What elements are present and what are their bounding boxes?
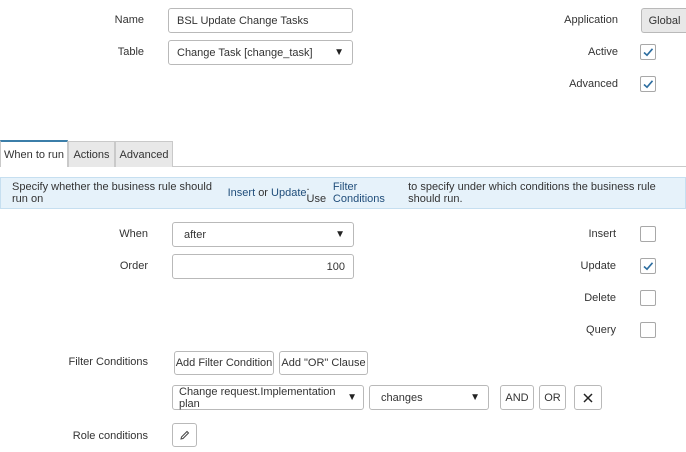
application-label: Application [564,14,618,26]
condition-operator-select[interactable]: changes ▼ [369,385,489,410]
tab-when-to-run-label: When to run [4,148,64,161]
info-filter-conditions: Filter Conditions [332,181,385,205]
tab-advanced-label: Advanced [119,148,169,161]
info-text-3: . Use [306,181,327,205]
order-input[interactable]: 100 [172,254,354,279]
order-input-value: 100 [326,260,345,273]
name-label: Name [114,14,144,26]
tab-advanced[interactable]: Advanced [115,141,173,167]
checkmark-icon [643,48,654,57]
when-select-value: after [184,228,207,241]
add-or-clause-button[interactable]: Add "OR" Clause [279,351,368,375]
table-label: Table [117,46,144,58]
delete-checkbox[interactable] [640,290,656,306]
info-update: Update [271,187,307,199]
update-checkbox[interactable] [640,258,656,274]
when-select[interactable]: after ▼ [172,222,354,247]
query-checkbox[interactable] [640,322,656,338]
advanced-checkbox[interactable] [640,76,656,92]
table-select-value: Change Task [change_task] [177,46,313,59]
insert-checkbox[interactable] [640,226,656,242]
condition-operator-value: changes [381,391,423,404]
info-text-1: Specify whether the business rule should… [12,181,212,205]
or-button[interactable]: OR [539,385,566,410]
filter-conditions-label: Filter Conditions [68,356,148,368]
and-button[interactable]: AND [500,385,534,410]
info-insert: Insert [227,187,256,199]
tab-when-to-run[interactable]: When to run [0,140,68,167]
delete-label: Delete [584,292,616,304]
active-checkbox[interactable] [640,44,656,60]
table-select[interactable]: Change Task [change_task] ▼ [168,40,353,65]
chevron-down-icon: ▼ [334,47,344,58]
condition-field-value: Change request.Implementation plan [179,385,336,410]
order-label: Order [119,260,148,272]
and-button-label: AND [505,391,529,404]
add-filter-condition-button[interactable]: Add Filter Condition [174,351,274,375]
edit-role-conditions-button[interactable] [172,423,197,447]
application-value: Global [648,14,681,27]
role-conditions-label: Role conditions [72,430,148,442]
advanced-label: Advanced [569,78,618,90]
chevron-down-icon: ▼ [347,392,357,403]
condition-field-select[interactable]: Change request.Implementation plan ▼ [172,385,364,410]
checkmark-icon [643,80,654,89]
or-button-label: OR [544,391,561,404]
tab-actions-label: Actions [73,148,110,161]
add-or-clause-label: Add "OR" Clause [281,357,366,369]
close-icon [583,392,593,403]
chevron-down-icon: ▼ [335,229,345,240]
add-filter-condition-label: Add Filter Condition [175,357,273,369]
info-text-4: to specify under which conditions the bu… [408,181,656,205]
pencil-icon [180,430,190,440]
when-label: When [119,228,148,240]
name-input[interactable]: BSL Update Change Tasks [168,8,353,33]
application-global-button[interactable]: Global [641,8,686,33]
active-label: Active [588,46,618,58]
name-input-value: BSL Update Change Tasks [177,14,309,27]
update-label: Update [580,260,616,272]
info-message: Specify whether the business rule should… [0,177,686,209]
insert-label: Insert [588,228,616,240]
query-label: Query [586,324,616,336]
remove-condition-button[interactable] [574,385,602,410]
checkmark-icon [643,262,654,271]
chevron-down-icon: ▼ [470,392,480,403]
info-text-2: or [258,187,268,199]
tab-actions[interactable]: Actions [68,141,115,167]
